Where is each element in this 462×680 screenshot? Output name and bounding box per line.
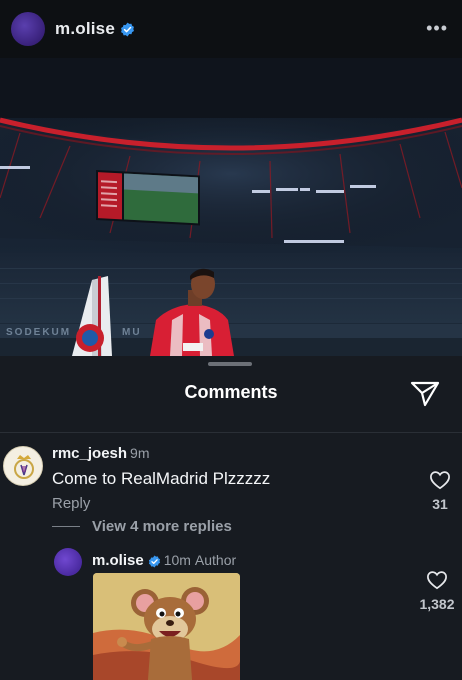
verified-icon xyxy=(148,555,160,568)
verified-icon xyxy=(121,22,134,36)
ad-board-text-right: MU xyxy=(122,327,142,338)
author-badge: Author xyxy=(194,552,237,568)
sheet-divider xyxy=(0,432,462,433)
like-count: 31 xyxy=(432,496,448,512)
view-more-replies-label[interactable]: View 4 more replies xyxy=(92,518,232,535)
sheet-grabber[interactable] xyxy=(208,362,252,366)
commenter-username[interactable]: rmc_joesh 9m xyxy=(52,445,150,462)
reply-username[interactable]: m.olise 10m Author xyxy=(92,552,236,569)
view-more-replies-button[interactable]: View 4 more replies xyxy=(52,518,232,535)
author-username[interactable]: m.olise xyxy=(55,19,115,39)
reply-like-button[interactable]: 1,382 xyxy=(417,570,457,612)
reply-username-text[interactable]: m.olise xyxy=(92,552,144,569)
post-photo[interactable]: SODEKUM MU xyxy=(0,58,462,356)
replies-line xyxy=(52,526,80,527)
heart-icon[interactable] xyxy=(429,470,451,490)
ad-board-text: SODEKUM xyxy=(6,327,71,338)
stadium-photo: SODEKUM MU xyxy=(0,58,462,356)
comment-text: Come to RealMadrid Plzzzzz xyxy=(52,469,271,488)
reply-gif-image[interactable] xyxy=(93,573,240,680)
share-icon[interactable] xyxy=(410,380,440,408)
real-madrid-crest-icon xyxy=(14,455,34,479)
commenter-username-text[interactable]: rmc_joesh xyxy=(52,445,127,462)
reply-button[interactable]: Reply xyxy=(52,495,90,512)
more-options-icon[interactable]: ••• xyxy=(426,18,448,39)
reply-author-avatar[interactable] xyxy=(54,548,82,576)
like-button[interactable]: 31 xyxy=(420,470,460,512)
heart-icon[interactable] xyxy=(426,570,448,590)
reply-like-count: 1,382 xyxy=(419,596,455,612)
commenter-avatar[interactable] xyxy=(3,446,43,486)
jerry-mouse-gif xyxy=(93,573,240,680)
author-avatar[interactable] xyxy=(11,12,45,46)
comment-time: 9m xyxy=(130,445,150,461)
post-header: m.olise ••• xyxy=(0,0,462,58)
comments-title: Comments xyxy=(184,382,278,402)
reply-time: 10m xyxy=(163,552,191,568)
comments-sheet: Comments rmc_joesh 9m Come to RealMadrid … xyxy=(0,356,462,680)
